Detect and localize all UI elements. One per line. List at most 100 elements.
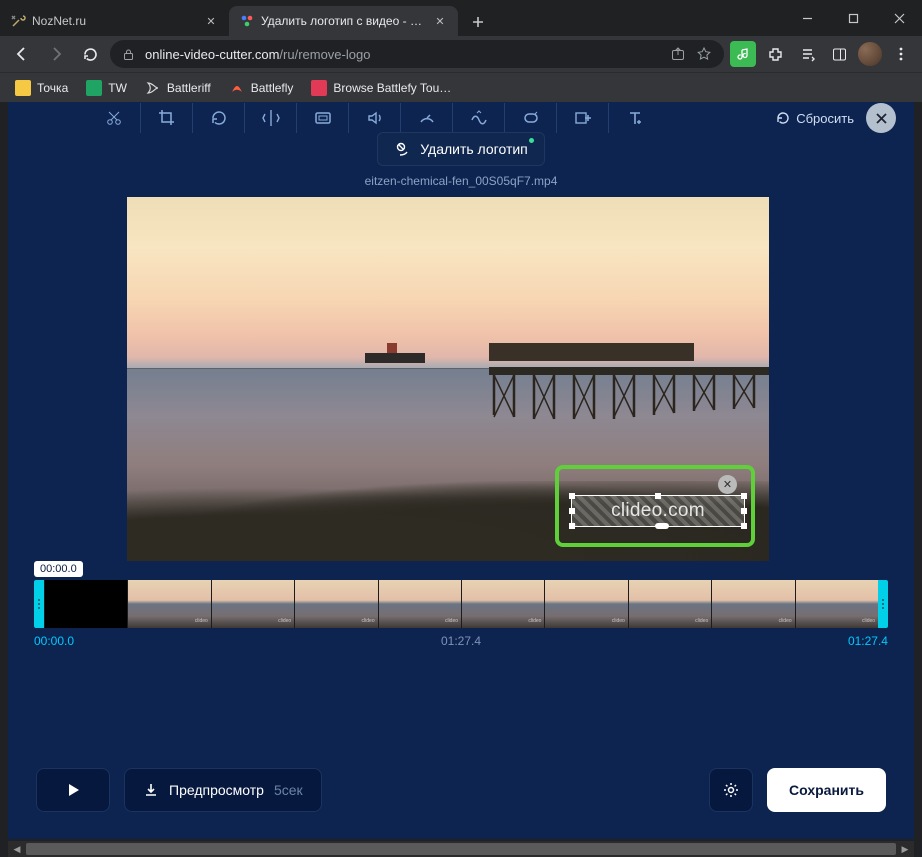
back-button[interactable]: [8, 40, 36, 68]
scroll-right-icon[interactable]: ▶: [896, 841, 914, 857]
stabilize-tool-icon[interactable]: [452, 103, 504, 133]
scrollbar-thumb[interactable]: [26, 843, 896, 855]
preview-label: Предпросмотр: [169, 782, 264, 798]
rotate-tool-icon[interactable]: [192, 103, 244, 133]
filename-label: eitzen-chemical-fen_00S05qF7.mp4: [8, 174, 914, 188]
undo-icon: [774, 110, 790, 126]
browser-toolbar: online-video-cutter.com/ru/remove-logo: [0, 36, 922, 72]
resize-handle[interactable]: [741, 493, 747, 499]
preview-button[interactable]: Предпросмотр 5сек: [124, 768, 322, 812]
wrench-screwdriver-icon: [10, 13, 26, 29]
add-media-tool-icon[interactable]: [556, 103, 608, 133]
logo-selection-box[interactable]: clideo.com: [571, 495, 745, 527]
timeline-tooltip: 00:00.0: [34, 561, 83, 577]
timeline-thumb[interactable]: clideo: [461, 580, 544, 628]
battlefly-icon: [229, 80, 245, 96]
forward-button[interactable]: [42, 40, 70, 68]
video-preview[interactable]: ✕ clideo.com: [127, 197, 769, 561]
share-icon[interactable]: [670, 46, 686, 62]
window-close-button[interactable]: [876, 0, 922, 36]
timeline-thumb[interactable]: clideo: [795, 580, 878, 628]
crop-tool-icon[interactable]: [140, 103, 192, 133]
resize-tool-icon[interactable]: [296, 103, 348, 133]
remove-logo-label: Удалить логотип: [420, 141, 528, 157]
reading-list-icon[interactable]: [794, 41, 820, 67]
sheets-icon: [86, 80, 102, 96]
timeline-handle-right[interactable]: [878, 580, 888, 628]
menu-icon[interactable]: [888, 41, 914, 67]
close-tab-icon[interactable]: ✕: [432, 13, 448, 29]
bookmark-item[interactable]: Battlefly: [222, 77, 301, 99]
maximize-button[interactable]: [830, 0, 876, 36]
close-tab-icon[interactable]: ✕: [203, 13, 219, 29]
selection-highlight: ✕ clideo.com: [555, 465, 755, 547]
minimize-button[interactable]: [784, 0, 830, 36]
close-panel-button[interactable]: [866, 103, 896, 133]
bookmark-label: Battlefly: [251, 81, 294, 95]
resize-handle[interactable]: [741, 523, 747, 529]
timeline-thumb[interactable]: [44, 580, 127, 628]
star-icon[interactable]: [696, 46, 712, 62]
extension-music-icon[interactable]: [730, 41, 756, 67]
scroll-left-icon[interactable]: ◀: [8, 841, 26, 857]
timeline[interactable]: clideo clideo clideo clideo clideo clide…: [34, 580, 888, 628]
selection-close-button[interactable]: ✕: [718, 475, 737, 494]
browser-tabs: NozNet.ru ✕ Удалить логотип с видео - ст…: [0, 0, 492, 36]
horizontal-scrollbar[interactable]: ◀ ▶: [8, 841, 914, 857]
resize-handle[interactable]: [569, 508, 575, 514]
timeline-thumb[interactable]: clideo: [711, 580, 794, 628]
resize-handle[interactable]: [569, 523, 575, 529]
side-panel-icon[interactable]: [826, 41, 852, 67]
bottom-bar: Предпросмотр 5сек Сохранить: [8, 759, 914, 821]
timeline-thumb[interactable]: clideo: [544, 580, 627, 628]
text-tool-icon[interactable]: [608, 103, 660, 133]
reload-button[interactable]: [76, 40, 104, 68]
reset-button[interactable]: Сбросить: [774, 110, 854, 126]
bookmark-item[interactable]: Browse Battlefy Tou…: [304, 77, 458, 99]
remove-logo-icon: [394, 140, 412, 158]
battlefy-icon: [311, 80, 327, 96]
battleriff-icon: [145, 80, 161, 96]
timeline-thumb[interactable]: clideo: [378, 580, 461, 628]
cut-tool-icon[interactable]: [88, 103, 140, 133]
bookmark-item[interactable]: Точка: [8, 77, 75, 99]
bookmarks-bar: Точка TW Battleriff Battlefly Browse Bat…: [0, 72, 922, 102]
video-editor-app: Сбросить Удалить логотип eitzen-chemical…: [8, 102, 914, 839]
profile-avatar[interactable]: [858, 42, 882, 66]
browser-tab-videocutter[interactable]: Удалить логотип с видео - стер ✕: [229, 6, 458, 36]
timeline-handle-left[interactable]: [34, 580, 44, 628]
bookmark-item[interactable]: TW: [79, 77, 134, 99]
settings-button[interactable]: [709, 768, 753, 812]
resize-handle[interactable]: [655, 523, 669, 529]
remove-logo-row: Удалить логотип: [8, 132, 914, 166]
play-button[interactable]: [36, 768, 110, 812]
remove-logo-button[interactable]: Удалить логотип: [377, 132, 545, 166]
bookmark-item[interactable]: Battleriff: [138, 77, 218, 99]
timeline-thumb[interactable]: clideo: [127, 580, 210, 628]
time-start-label: 00:00.0: [34, 634, 74, 648]
speed-tool-icon[interactable]: [400, 103, 452, 133]
watermark-text: clideo.com: [611, 500, 705, 522]
new-tab-button[interactable]: [464, 8, 492, 36]
extensions-icon[interactable]: [762, 41, 788, 67]
video-frame-ship: [365, 343, 425, 371]
resize-handle[interactable]: [569, 493, 575, 499]
time-end-label: 01:27.4: [848, 634, 888, 648]
loop-tool-icon[interactable]: [504, 103, 556, 133]
tab-title: Удалить логотип с видео - стер: [261, 14, 426, 28]
video-frame-pier: [489, 361, 769, 431]
flip-tool-icon[interactable]: [244, 103, 296, 133]
resize-handle[interactable]: [741, 508, 747, 514]
browser-tab-noznet[interactable]: NozNet.ru ✕: [0, 6, 229, 36]
time-mid-label: 01:27.4: [441, 634, 481, 648]
app-favicon-icon: [239, 13, 255, 29]
resize-handle[interactable]: [655, 493, 661, 499]
volume-tool-icon[interactable]: [348, 103, 400, 133]
url-bar[interactable]: online-video-cutter.com/ru/remove-logo: [110, 40, 724, 68]
save-button[interactable]: Сохранить: [767, 768, 886, 812]
timeline-thumb[interactable]: clideo: [211, 580, 294, 628]
timeline-thumb[interactable]: clideo: [294, 580, 377, 628]
folder-icon: [15, 80, 31, 96]
timeline-thumb[interactable]: clideo: [628, 580, 711, 628]
bookmark-label: TW: [108, 81, 127, 95]
